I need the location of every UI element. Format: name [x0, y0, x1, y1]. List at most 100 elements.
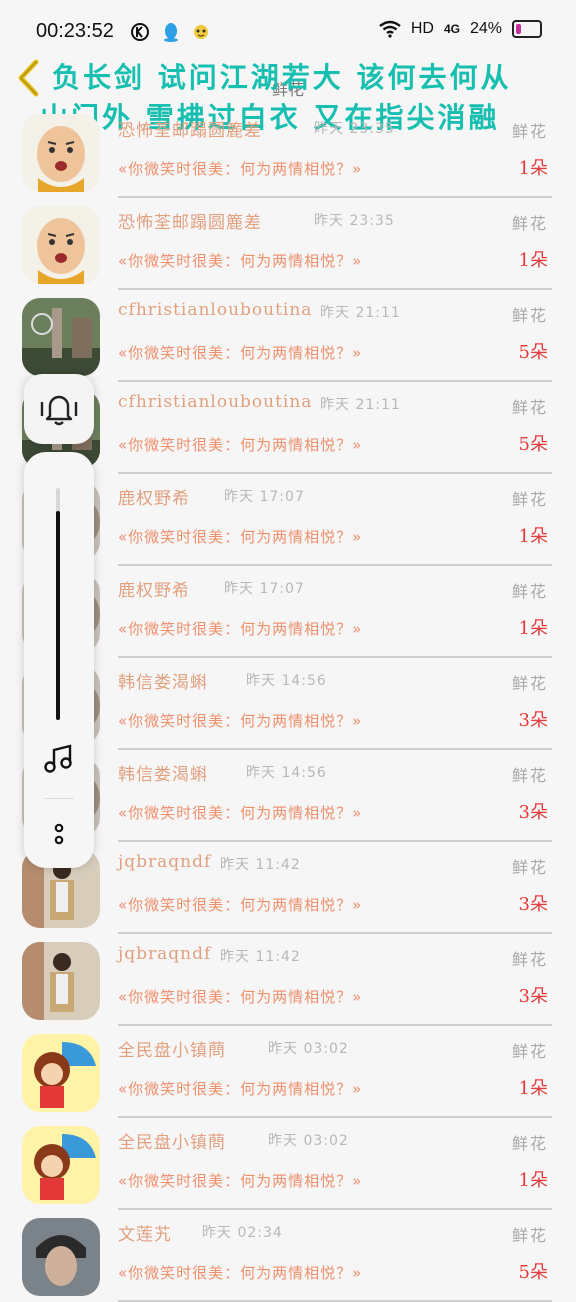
- avatar[interactable]: [22, 1034, 100, 1112]
- row-body: «你微笑时很美：何为两情相悦？» 3朵: [118, 982, 548, 1008]
- sender-name[interactable]: cfhristianlouboutina: [118, 392, 312, 412]
- gift-type: 鲜花: [511, 1134, 548, 1153]
- row-header: cfhristianlouboutina 昨天 21:11 鲜花: [118, 300, 548, 325]
- row-header: 恐怖荃邮蹋圆簏差 昨天 23:35 鲜花: [118, 208, 548, 233]
- sender-name[interactable]: 恐怖荃邮蹋圆簏差: [118, 208, 262, 233]
- row-header: 鹿权野希 昨天 17:07 鲜花: [118, 576, 548, 601]
- gift-message: «你微笑时很美：何为两情相悦？»: [118, 896, 363, 914]
- flower-count: 5朵: [518, 1262, 548, 1283]
- flower-count: 1朵: [518, 618, 548, 639]
- row-header: cfhristianlouboutina 昨天 21:11 鲜花: [118, 392, 548, 417]
- flower-count: 3朵: [518, 802, 548, 823]
- flower-count: 1朵: [518, 158, 548, 179]
- send-time: 昨天 23:35: [314, 213, 395, 229]
- gift-message: «你微笑时很美：何为两情相悦？»: [118, 620, 363, 638]
- battery-fill: [516, 24, 522, 34]
- more-options-icon[interactable]: [48, 822, 70, 848]
- row-body: «你微笑时很美：何为两情相悦？» 1朵: [118, 246, 548, 272]
- volume-slider[interactable]: [56, 488, 60, 720]
- status-bar: 00:23:52 HD 4G 24%: [0, 0, 576, 64]
- gift-type: 鲜花: [511, 950, 548, 969]
- send-time: 昨天 17:07: [224, 581, 305, 597]
- sender-name[interactable]: 全民盘小镇蔄: [118, 1036, 226, 1061]
- sender-name[interactable]: jqbraqndf: [118, 944, 211, 964]
- send-time: 昨天 21:11: [320, 305, 401, 321]
- flower-count: 5朵: [518, 342, 548, 363]
- row-header: 文莲艽 昨天 02:34 鲜花: [118, 1220, 548, 1245]
- gift-message: «你微笑时很美：何为两情相悦？»: [118, 528, 363, 546]
- send-time: 昨天 14:56: [246, 673, 327, 689]
- row-header: 全民盘小镇蔄 昨天 03:02 鲜花: [118, 1128, 548, 1153]
- avatar[interactable]: [22, 1218, 100, 1296]
- wifi-icon: [379, 20, 401, 38]
- sender-name[interactable]: 鹿权野希: [118, 576, 190, 601]
- gift-type: 鲜花: [511, 122, 548, 141]
- send-time: 昨天 23:35: [314, 121, 395, 137]
- flower-count: 1朵: [518, 1078, 548, 1099]
- gift-message: «你微笑时很美：何为两情相悦？»: [118, 988, 363, 1006]
- row-body: «你微笑时很美：何为两情相悦？» 1朵: [118, 1074, 548, 1100]
- status-right: HD 4G 24%: [379, 20, 542, 38]
- flower-count: 5朵: [518, 434, 548, 455]
- list-item[interactable]: 恐怖荃邮蹋圆簏差 昨天 23:35 鲜花 «你微笑时很美：何为两情相悦？» 1朵: [0, 198, 576, 290]
- send-time: 昨天 11:42: [220, 949, 301, 965]
- sender-name[interactable]: 恐怖荃邮蹋圆簏差: [118, 116, 262, 141]
- list-item[interactable]: 文莲艽 昨天 02:34 鲜花 «你微笑时很美：何为两情相悦？» 5朵: [0, 1210, 576, 1302]
- sender-name[interactable]: 鹿权野希: [118, 484, 190, 509]
- gift-message: «你微笑时很美：何为两情相悦？»: [118, 712, 363, 730]
- volume-fill: [56, 511, 60, 720]
- app-mascot-icon: [194, 25, 208, 39]
- gift-type: 鲜花: [511, 490, 548, 509]
- row-body: «你微笑时很美：何为两情相悦？» 1朵: [118, 522, 548, 548]
- send-time: 昨天 21:11: [320, 397, 401, 413]
- gift-type: 鲜花: [511, 674, 548, 693]
- gift-type: 鲜花: [511, 306, 548, 325]
- avatar[interactable]: [22, 1126, 100, 1204]
- gift-type: 鲜花: [511, 1042, 548, 1061]
- row-body: «你微笑时很美：何为两情相悦？» 5朵: [118, 430, 548, 456]
- gift-type: 鲜花: [511, 858, 548, 877]
- sender-name[interactable]: 韩信娄渴蝌: [118, 668, 208, 693]
- volume-panel: [24, 452, 94, 868]
- flower-count: 1朵: [518, 526, 548, 547]
- sender-name[interactable]: jqbraqndf: [118, 852, 211, 872]
- send-time: 昨天 17:07: [224, 489, 305, 505]
- gift-message: «你微笑时很美：何为两情相悦？»: [118, 1172, 363, 1190]
- battery-percent: 24%: [469, 20, 502, 37]
- k-circle-icon: [131, 23, 149, 41]
- gift-type: 鲜花: [511, 766, 548, 785]
- marquee-line-1: 负长剑 试问江湖若大 该何去何从: [52, 61, 512, 94]
- gift-message: «你微笑时很美：何为两情相悦？»: [118, 804, 363, 822]
- list-item[interactable]: jqbraqndf 昨天 11:42 鲜花 «你微笑时很美：何为两情相悦？» 3朵: [0, 934, 576, 1026]
- row-body: «你微笑时很美：何为两情相悦？» 3朵: [118, 706, 548, 732]
- sender-name[interactable]: cfhristianlouboutina: [118, 300, 312, 320]
- sender-name[interactable]: 全民盘小镇蔄: [118, 1128, 226, 1153]
- list-item[interactable]: cfhristianlouboutina 昨天 21:11 鲜花 «你微笑时很美：何为…: [0, 290, 576, 382]
- avatar[interactable]: [22, 114, 100, 192]
- avatar[interactable]: [22, 206, 100, 284]
- row-body: «你微笑时很美：何为两情相悦？» 5朵: [118, 1258, 548, 1284]
- notification-icons: [130, 22, 210, 42]
- row-header: jqbraqndf 昨天 11:42 鲜花: [118, 944, 548, 969]
- sender-name[interactable]: 文莲艽: [118, 1220, 172, 1245]
- volume-divider: [44, 798, 74, 799]
- list-item[interactable]: 全民盘小镇蔄 昨天 03:02 鲜花 «你微笑时很美：何为两情相悦？» 1朵: [0, 1118, 576, 1210]
- list-item[interactable]: 恐怖荃邮蹋圆簏差 昨天 23:35 鲜花 «你微笑时很美：何为两情相悦？» 1朵: [0, 106, 576, 198]
- battery-icon: [512, 20, 542, 38]
- avatar[interactable]: [22, 942, 100, 1020]
- list-item[interactable]: 全民盘小镇蔄 昨天 03:02 鲜花 «你微笑时很美：何为两情相悦？» 1朵: [0, 1026, 576, 1118]
- row-body: «你微笑时很美：何为两情相悦？» 3朵: [118, 798, 548, 824]
- sender-name[interactable]: 韩信娄渴蝌: [118, 760, 208, 785]
- avatar[interactable]: [22, 298, 100, 376]
- flower-count: 3朵: [518, 986, 548, 1007]
- row-body: «你微笑时很美：何为两情相悦？» 1朵: [118, 614, 548, 640]
- ring-mode-button[interactable]: [24, 374, 94, 444]
- row-header: 韩信娄渴蝌 昨天 14:56 鲜花: [118, 668, 548, 693]
- row-header: 恐怖荃邮蹋圆簏差 昨天 23:35 鲜花: [118, 116, 548, 141]
- row-header: 全民盘小镇蔄 昨天 03:02 鲜花: [118, 1036, 548, 1061]
- signal-label: 4G: [443, 22, 460, 36]
- gift-message: «你微笑时很美：何为两情相悦？»: [118, 160, 363, 178]
- row-body: «你微笑时很美：何为两情相悦？» 3朵: [118, 890, 548, 916]
- gift-message: «你微笑时很美：何为两情相悦？»: [118, 436, 363, 454]
- gift-type: 鲜花: [511, 214, 548, 233]
